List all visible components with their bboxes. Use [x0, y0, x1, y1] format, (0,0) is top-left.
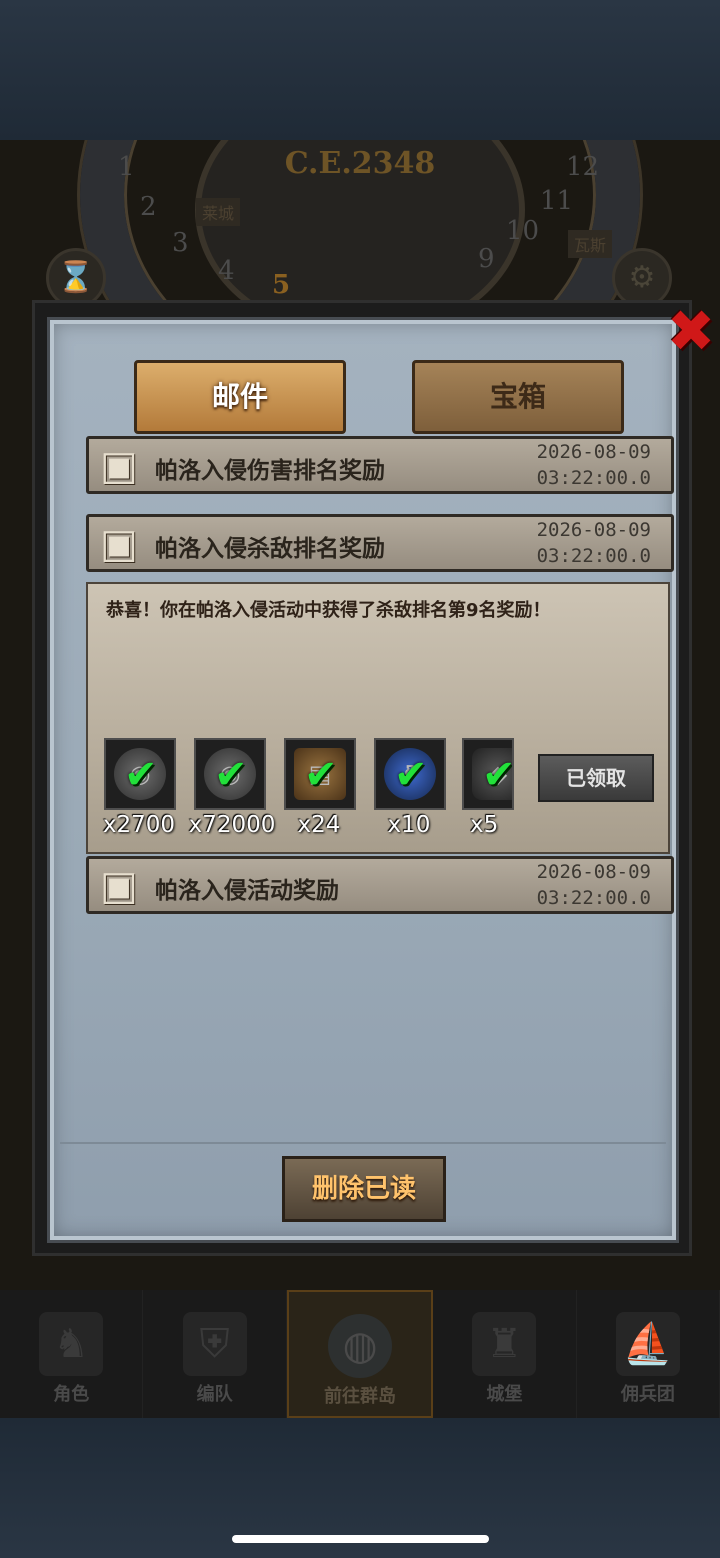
bottom-navigation: ♞ 角色 ⛨ 编队 ◍ 前往群岛 ♜ 城堡 ⛵ 佣兵团	[0, 1290, 720, 1418]
nav-label: 编队	[196, 1384, 233, 1405]
nav-label: 角色	[53, 1384, 90, 1405]
hourglass-icon: ⌛	[46, 248, 106, 308]
mail-date: 2026-08-09	[536, 519, 651, 541]
check-icon: ✔	[124, 752, 158, 798]
check-icon: ✔	[394, 752, 428, 798]
nav-label: 佣兵团	[620, 1384, 675, 1405]
nav-item-formation[interactable]: ⛨ 编队	[143, 1290, 287, 1418]
dial-number: 10	[506, 216, 540, 246]
city-label: 莱城	[196, 198, 241, 226]
reward-item[interactable]: ◆ ✔	[462, 738, 514, 810]
mail-box-icon: ▣	[100, 443, 138, 489]
dial-number: 12	[566, 152, 600, 182]
check-icon: ✔	[304, 752, 338, 798]
castle-icon: ♜	[472, 1312, 537, 1376]
nav-item-character[interactable]: ♞ 角色	[0, 1290, 144, 1418]
close-icon[interactable]: ✖	[663, 302, 719, 360]
status-bar-area	[0, 0, 720, 140]
mail-title: 帕洛入侵活动奖励	[155, 878, 339, 904]
dial-number-active: 5	[272, 270, 291, 300]
home-indicator[interactable]	[232, 1535, 489, 1543]
ship-icon: ⛵	[615, 1312, 680, 1376]
check-icon: ✔	[482, 752, 514, 798]
tab-mail[interactable]: 邮件	[134, 360, 346, 434]
mail-time: 03:22:00.0	[536, 887, 651, 909]
divider	[60, 1142, 666, 1144]
dial-number: 9	[478, 244, 495, 274]
mail-dialog: 邮件 宝箱 ▣ 帕洛入侵伤害排名奖励 2026-08-09 03:22:00.0…	[32, 300, 715, 1256]
globe-icon: ◍	[328, 1314, 393, 1378]
claimed-button[interactable]: 已领取	[538, 754, 654, 802]
mail-dialog-panel: 邮件 宝箱 ▣ 帕洛入侵伤害排名奖励 2026-08-09 03:22:00.0…	[47, 317, 679, 1243]
gear-icon: ⚙	[612, 248, 672, 308]
mail-title: 帕洛入侵杀敌排名奖励	[155, 536, 385, 562]
mail-item-opened[interactable]: ▣ 帕洛入侵杀敌排名奖励 2026-08-09 03:22:00.0	[86, 514, 674, 572]
reward-item[interactable]: ◉ ✔	[104, 738, 176, 810]
check-icon: ✔	[214, 752, 248, 798]
nav-label: 前往群岛	[324, 1386, 397, 1407]
nav-item-castle[interactable]: ♜ 城堡	[433, 1290, 577, 1418]
tab-treasure-chest[interactable]: 宝箱	[412, 360, 624, 434]
nav-label: 城堡	[486, 1384, 523, 1405]
reward-item[interactable]: ⚱ ✔	[374, 738, 446, 810]
year-label: C.E.2348	[284, 146, 436, 181]
nav-item-mercenary[interactable]: ⛵ 佣兵团	[577, 1290, 720, 1418]
reward-count: x24	[297, 812, 341, 838]
mail-box-icon: ▣	[100, 863, 138, 909]
mail-content: 恭喜！你在帕洛入侵活动中获得了杀敌排名第9名奖励！ ◉ ✔ x2700 ◉ ✔ …	[86, 582, 670, 854]
reward-item[interactable]: ▤ ✔	[284, 738, 356, 810]
nav-item-islands[interactable]: ◍ 前往群岛	[286, 1290, 434, 1418]
knight-icon: ♞	[39, 1312, 104, 1376]
dial-number: 1	[118, 152, 135, 182]
delete-read-button[interactable]: 删除已读	[282, 1156, 446, 1222]
reward-count: x2700	[102, 812, 176, 838]
mail-box-icon: ▣	[100, 521, 138, 567]
mail-date: 2026-08-09	[536, 861, 651, 883]
dial-number: 2	[140, 192, 157, 222]
mail-date: 2026-08-09	[536, 441, 651, 463]
reward-count: x72000	[188, 812, 276, 838]
reward-count: x10	[387, 812, 431, 838]
mail-title: 帕洛入侵伤害排名奖励	[155, 458, 385, 484]
mail-message: 恭喜！你在帕洛入侵活动中获得了杀敌排名第9名奖励！	[106, 600, 551, 621]
mail-time: 03:22:00.0	[536, 545, 651, 567]
dial-number: 11	[540, 186, 574, 216]
reward-item[interactable]: ◉ ✔	[194, 738, 266, 810]
reward-count: x5	[470, 812, 499, 838]
mail-time: 03:22:00.0	[536, 467, 651, 489]
mail-item[interactable]: ▣ 帕洛入侵活动奖励 2026-08-09 03:22:00.0	[86, 856, 674, 914]
dial-number: 4	[218, 256, 235, 286]
helmet-icon: ⛨	[182, 1312, 247, 1376]
dial-number: 3	[172, 228, 189, 258]
city-label: 瓦斯	[568, 230, 613, 258]
mail-item[interactable]: ▣ 帕洛入侵伤害排名奖励 2026-08-09 03:22:00.0	[86, 436, 674, 494]
